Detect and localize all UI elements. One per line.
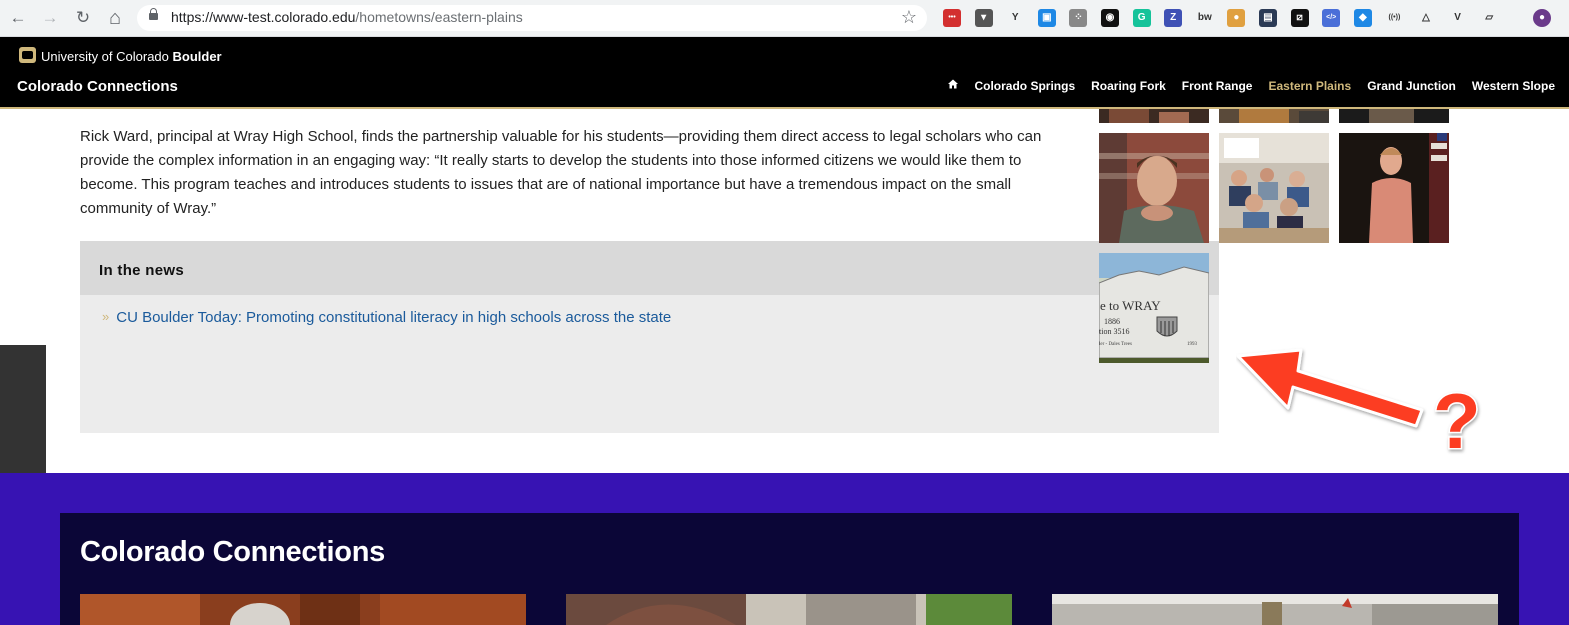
bw-ext-icon[interactable]: bw <box>1196 9 1214 27</box>
news-link-text: CU Boulder Today: Promoting constitution… <box>116 309 672 326</box>
sign-text-3: tion 3516 <box>1099 327 1129 336</box>
cookie-ext-icon[interactable]: ● <box>1227 9 1246 27</box>
url-text: https://www-test.colorado.edu/hometowns/… <box>171 9 523 25</box>
back-arrow-icon[interactable]: ← <box>7 7 29 29</box>
broadcast-ext-icon[interactable]: ((•)) <box>1385 9 1403 27</box>
gallery-thumbnail-classroom[interactable] <box>1219 133 1329 243</box>
gallery-thumbnail-student[interactable] <box>1099 133 1209 243</box>
university-bold: Boulder <box>172 49 222 64</box>
lastpass-ext-icon[interactable]: ••• <box>943 9 961 27</box>
connections-heading: Colorado Connections <box>80 536 385 568</box>
nav-item-grand-junction[interactable]: Grand Junction <box>1367 79 1456 93</box>
annotation-arrow-icon: ? <box>1236 348 1482 462</box>
slash-ext-icon[interactable]: ⧄ <box>1290 9 1309 27</box>
news-link[interactable]: » CU Boulder Today: Promoting constitutio… <box>102 309 671 326</box>
window-ext-icon[interactable]: ▣ <box>1037 9 1056 27</box>
lock-icon <box>149 8 158 20</box>
site-title[interactable]: Colorado Connections <box>17 78 178 95</box>
nav-item-colorado-springs[interactable]: Colorado Springs <box>974 79 1075 93</box>
gallery-thumbnail[interactable] <box>1219 109 1329 123</box>
code-ext-icon[interactable]: </> <box>1322 9 1341 27</box>
question-mark-text: ? <box>1433 377 1481 462</box>
home-icon[interactable]: ⌂ <box>104 7 126 29</box>
nav-item-eastern-plains[interactable]: Eastern Plains <box>1268 79 1351 93</box>
gallery-thumbnail-wray-sign[interactable]: e to WRAY 1886 tion 3516 ler - Dales Tre… <box>1099 253 1209 363</box>
gallery-thumbnail[interactable] <box>1099 109 1209 123</box>
grammarly-ext-icon[interactable]: G <box>1132 9 1151 27</box>
url-host: https://www-test.colorado.edu <box>171 9 356 25</box>
sign-text-2: 1886 <box>1104 317 1120 326</box>
zotero-ext-icon[interactable]: Z <box>1164 9 1183 27</box>
ycombinator-ext-icon[interactable]: Y <box>1006 9 1024 27</box>
main-navigation: Colorado Springs Roaring Fork Front Rang… <box>948 79 1555 93</box>
nav-home-icon[interactable] <box>948 79 959 93</box>
news-heading: In the news <box>80 241 1219 295</box>
eye-ext-icon[interactable]: ◉ <box>1101 9 1119 27</box>
dots-ext-icon[interactable]: ⁘ <box>1069 9 1088 27</box>
address-bar[interactable]: https://www-test.colorado.edu/hometowns/… <box>137 5 927 31</box>
site-header: University of Colorado Boulder Colorado … <box>0 37 1569 109</box>
gallery-thumbnail-speaker[interactable] <box>1339 133 1449 243</box>
chevron-right-icon: » <box>102 309 110 324</box>
forward-arrow-icon[interactable]: → <box>39 7 61 29</box>
sign-text-1: e to WRAY <box>1100 298 1161 313</box>
reload-icon[interactable]: ↻ <box>72 7 94 29</box>
connection-card-image[interactable] <box>1052 594 1498 625</box>
nav-item-western-slope[interactable]: Western Slope <box>1472 79 1555 93</box>
university-name[interactable]: University of Colorado Boulder <box>41 49 222 64</box>
pocket-ext-icon[interactable]: ▾ <box>974 9 993 27</box>
url-path: /hometowns/eastern-plains <box>355 9 523 25</box>
connection-card-image[interactable] <box>80 594 526 625</box>
profile-avatar-icon[interactable]: ● <box>1533 9 1551 27</box>
star-icon[interactable]: ☆ <box>901 7 917 28</box>
triangle-ext-icon[interactable]: △ <box>1417 9 1435 27</box>
in-the-news-box: In the news » CU Boulder Today: Promoting… <box>80 241 1219 433</box>
nav-item-roaring-fork[interactable]: Roaring Fork <box>1091 79 1166 93</box>
sign-text-4: ler - Dales Trees <box>1099 342 1132 347</box>
browser-toolbar: ← → ↻ ⌂ https://www-test.colorado.edu/ho… <box>0 0 1569 37</box>
cu-logo-icon[interactable] <box>19 47 36 63</box>
screen-ext-icon[interactable]: ▤ <box>1259 9 1277 27</box>
university-prefix: University of Colorado <box>41 49 173 64</box>
v-ext-icon[interactable]: V <box>1449 9 1467 27</box>
nav-item-front-range[interactable]: Front Range <box>1182 79 1253 93</box>
sign-text-5: 1993 <box>1187 342 1198 347</box>
drupal-ext-icon[interactable]: ◆ <box>1353 9 1372 27</box>
card-ext-icon[interactable]: ▱ <box>1480 9 1498 27</box>
connection-card-image[interactable] <box>566 594 1012 625</box>
principal-quote: Rick Ward, principal at Wray High School… <box>80 128 1042 217</box>
gallery-thumbnail[interactable] <box>1339 109 1449 123</box>
